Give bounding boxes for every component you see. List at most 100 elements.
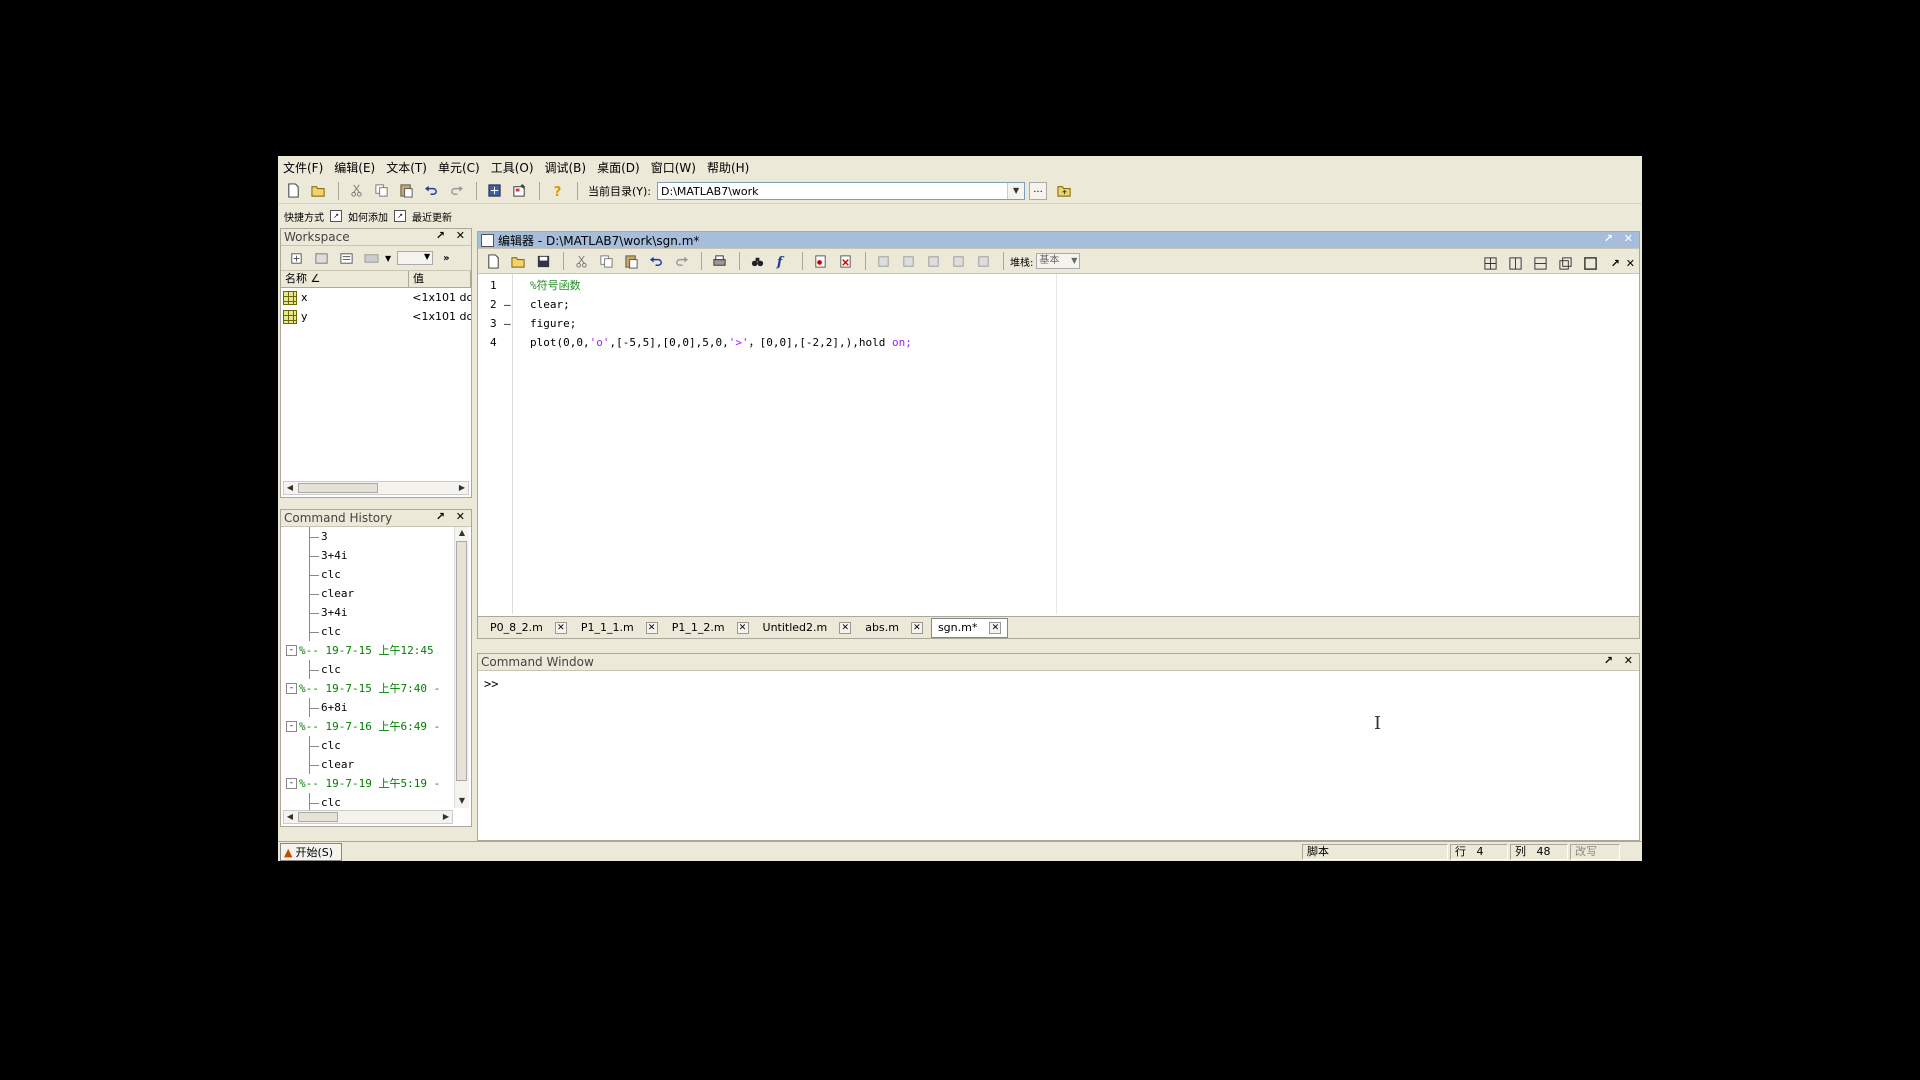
open-variable-icon[interactable]: [310, 248, 332, 268]
menu-item[interactable]: 窗口(W): [651, 159, 696, 176]
menu-item[interactable]: 桌面(D): [597, 159, 640, 176]
top-bottom-split-icon[interactable]: [1530, 253, 1552, 273]
close-icon[interactable]: ✕: [910, 621, 923, 634]
chevron-down-icon[interactable]: ▼: [1071, 254, 1077, 268]
copy-icon[interactable]: [595, 251, 617, 271]
plot-selector[interactable]: ▼: [397, 251, 434, 265]
close-icon[interactable]: ✕: [1624, 654, 1633, 667]
maximize-icon[interactable]: [1580, 253, 1602, 273]
close-icon[interactable]: ✕: [736, 621, 749, 634]
history-command[interactable]: clc: [281, 660, 453, 679]
history-vertical-scrollbar[interactable]: ▲ ▼: [454, 527, 469, 808]
left-right-split-icon[interactable]: [1505, 253, 1527, 273]
copy-icon[interactable]: [370, 181, 392, 201]
new-file-icon[interactable]: [282, 181, 304, 201]
set-breakpoint-icon[interactable]: [809, 251, 831, 271]
history-command[interactable]: 3+4i: [281, 546, 453, 565]
scroll-thumb[interactable]: [298, 812, 338, 822]
menu-item[interactable]: 调试(B): [545, 159, 587, 176]
name-column-header[interactable]: 名称 ∠: [281, 271, 409, 287]
scroll-left-icon[interactable]: ◀: [284, 811, 296, 823]
history-command[interactable]: clear: [281, 755, 453, 774]
workspace-variable-row[interactable]: x <1x101 dc: [281, 288, 471, 307]
scroll-up-icon[interactable]: ▲: [456, 527, 468, 539]
tile-icon[interactable]: [1480, 253, 1502, 273]
simulink-icon[interactable]: [483, 181, 505, 201]
close-icon[interactable]: ✕: [839, 621, 852, 634]
code-line[interactable]: 3– figure;: [478, 314, 1638, 333]
continue-icon[interactable]: [947, 251, 969, 271]
step-out-icon[interactable]: [922, 251, 944, 271]
workspace-variable-row[interactable]: y <1x101 dc: [281, 307, 471, 326]
scroll-right-icon[interactable]: ▶: [440, 811, 452, 823]
menu-item[interactable]: 文本(T): [386, 159, 427, 176]
chevron-down-icon[interactable]: ▼: [385, 254, 391, 263]
scroll-thumb[interactable]: [456, 541, 467, 781]
editor-tab[interactable]: Untitled2.m ✕: [757, 619, 858, 637]
menu-item[interactable]: 编辑(E): [334, 159, 375, 176]
plot-icon[interactable]: [360, 248, 382, 268]
close-icon[interactable]: ✕: [1626, 257, 1635, 270]
more-icon[interactable]: »: [443, 253, 449, 264]
clear-breakpoints-icon[interactable]: [834, 251, 856, 271]
undock-icon[interactable]: ↗: [1604, 232, 1613, 245]
float-icon[interactable]: [1555, 253, 1577, 273]
undock-icon[interactable]: ↗: [436, 510, 445, 523]
print-icon[interactable]: [708, 251, 730, 271]
menu-item[interactable]: 工具(O): [491, 159, 534, 176]
help-icon[interactable]: ?: [546, 181, 568, 201]
undock-icon[interactable]: ↗: [1611, 257, 1620, 270]
code-area[interactable]: 1 %符号函数 2– clear; 3– figure; 4 plot(0,0,'o',[-5…: [478, 274, 1639, 614]
breakpoint-marker[interactable]: –: [504, 295, 511, 314]
history-command[interactable]: clear: [281, 584, 453, 603]
redo-icon[interactable]: [670, 251, 692, 271]
guide-icon[interactable]: [508, 181, 530, 201]
scroll-left-icon[interactable]: ◀: [284, 482, 296, 494]
workspace-horizontal-scrollbar[interactable]: ◀ ▶: [283, 481, 469, 495]
history-command[interactable]: clc: [281, 736, 453, 755]
new-file-icon[interactable]: [482, 251, 504, 271]
close-icon[interactable]: ✕: [1624, 232, 1633, 245]
editor-tab[interactable]: sgn.m* ✕: [930, 617, 1009, 638]
editor-tab[interactable]: P1_1_2.m ✕: [666, 619, 755, 637]
cut-icon[interactable]: [345, 181, 367, 201]
editor-tab[interactable]: P0_8_2.m ✕: [484, 619, 573, 637]
close-icon[interactable]: ✕: [456, 510, 465, 523]
paste-icon[interactable]: [395, 181, 417, 201]
history-session-header[interactable]: %-- 19-7-19 上午5:19 -: [281, 774, 453, 793]
undo-icon[interactable]: [645, 251, 667, 271]
save-icon[interactable]: [532, 251, 554, 271]
history-command[interactable]: 3+4i: [281, 603, 453, 622]
scroll-down-icon[interactable]: ▼: [456, 795, 468, 807]
find-icon[interactable]: [746, 251, 768, 271]
cut-icon[interactable]: [570, 251, 592, 271]
history-session-header[interactable]: %-- 19-7-16 上午6:49 -: [281, 717, 453, 736]
close-icon[interactable]: ✕: [456, 229, 465, 242]
history-session-header[interactable]: %-- 19-7-15 上午12:45: [281, 641, 453, 660]
import-data-icon[interactable]: [335, 248, 357, 268]
breakpoint-marker[interactable]: –: [504, 314, 511, 333]
close-icon[interactable]: ✕: [989, 621, 1002, 634]
value-column-header[interactable]: 值: [409, 271, 471, 287]
undo-icon[interactable]: [420, 181, 442, 201]
open-folder-icon[interactable]: [307, 181, 329, 201]
code-line[interactable]: 2– clear;: [478, 295, 1638, 314]
undock-icon[interactable]: ↗: [1604, 654, 1613, 667]
start-button[interactable]: ▲ 开始(S): [280, 843, 342, 861]
history-command[interactable]: 3: [281, 527, 453, 546]
new-variable-icon[interactable]: [285, 248, 307, 268]
folder-up-icon[interactable]: [1053, 181, 1075, 201]
undock-icon[interactable]: ↗: [436, 229, 445, 242]
shortcut-whats-new[interactable]: 最近更新: [412, 209, 452, 224]
open-folder-icon[interactable]: [507, 251, 529, 271]
editor-tab[interactable]: P1_1_1.m ✕: [575, 619, 664, 637]
close-icon[interactable]: ✕: [645, 621, 658, 634]
history-command[interactable]: 6+8i: [281, 698, 453, 717]
history-command[interactable]: clc: [281, 622, 453, 641]
function-icon[interactable]: f: [771, 251, 793, 271]
chevron-down-icon[interactable]: ▼: [1007, 182, 1025, 199]
menu-item[interactable]: 单元(C): [438, 159, 480, 176]
menu-item[interactable]: 文件(F): [283, 159, 323, 176]
scroll-right-icon[interactable]: ▶: [456, 482, 468, 494]
history-session-header[interactable]: %-- 19-7-15 上午7:40 -: [281, 679, 453, 698]
